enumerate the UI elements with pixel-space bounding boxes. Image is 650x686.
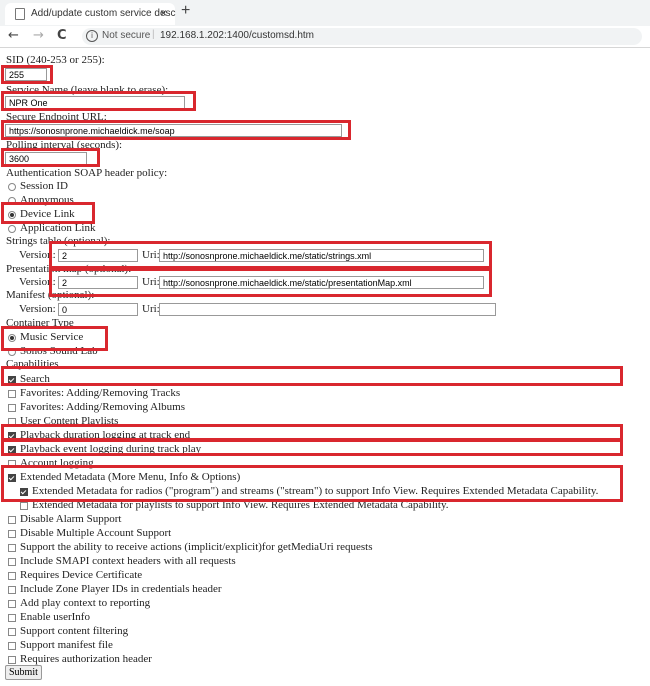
tab-title: Add/update custom service desc <box>31 8 176 19</box>
capability-label: Playback event logging during track play <box>20 443 202 455</box>
capability-checkbox[interactable] <box>8 446 16 454</box>
capability-label: Extended Metadata for radios ("program")… <box>32 485 599 497</box>
capability-checkbox[interactable] <box>20 502 28 510</box>
auth-device-link-radio[interactable] <box>8 211 16 219</box>
capability-label: Requires Device Certificate <box>20 569 143 581</box>
capability-label: Support manifest file <box>20 639 113 651</box>
pmap-uri-input[interactable]: http://sonosnprone.michaeldick.me/static… <box>159 276 484 289</box>
manifest-version-input[interactable]: 0 <box>58 303 138 316</box>
capability-checkbox[interactable] <box>8 460 16 468</box>
capability-label: Disable Multiple Account Support <box>20 527 172 539</box>
polling-label: Polling interval (seconds): <box>6 139 123 151</box>
capability-checkbox[interactable] <box>8 558 16 566</box>
capability-checkbox[interactable] <box>8 614 16 622</box>
capability-label: Extended Metadata for playlists to suppo… <box>32 499 449 511</box>
capability-checkbox[interactable] <box>8 516 16 524</box>
manifest-version-label: Version: <box>19 303 56 315</box>
container-sound-lab-radio[interactable] <box>8 348 16 356</box>
auth-anonymous-label: Anonymous <box>20 194 74 206</box>
capability-checkbox[interactable] <box>8 628 16 636</box>
browser-toolbar: ← → C i Not secure | 192.168.1.202:1400/… <box>0 26 650 47</box>
capability-label: Support content filtering <box>20 625 129 637</box>
capability-checkbox[interactable] <box>8 418 16 426</box>
capability-label: User Content Playlists <box>20 415 119 427</box>
sid-label: SID (240-253 or 255): <box>6 54 105 66</box>
browser-tab[interactable]: Add/update custom service desc × <box>5 3 176 25</box>
capability-label: Requires authorization header <box>20 653 152 665</box>
auth-session-id-label: Session ID <box>20 180 68 192</box>
browser-chrome: Add/update custom service desc × + ← → C… <box>0 0 650 48</box>
capability-checkbox[interactable] <box>8 530 16 538</box>
url-text[interactable]: 192.168.1.202:1400/customsd.htm <box>160 30 314 41</box>
address-separator: | <box>152 29 155 40</box>
container-music-service-label: Music Service <box>20 331 84 343</box>
endpoint-label: Secure Endpoint URL: <box>6 111 107 123</box>
capability-checkbox[interactable] <box>8 572 16 580</box>
capability-label: Extended Metadata (More Menu, Info & Opt… <box>20 471 241 483</box>
pmap-version-label: Version: <box>19 276 56 288</box>
capability-checkbox[interactable] <box>8 586 16 594</box>
capability-checkbox[interactable] <box>8 390 16 398</box>
pmap-uri-label: Uri: <box>142 276 160 288</box>
manifest-uri-input[interactable] <box>159 303 496 316</box>
capability-label: Include SMAPI context headers with all r… <box>20 555 236 567</box>
manifest-label: Manifest (optional): <box>6 289 95 301</box>
strings-version-input[interactable]: 2 <box>58 249 138 262</box>
capability-checkbox[interactable] <box>8 432 16 440</box>
capability-label: Add play context to reporting <box>20 597 151 609</box>
capability-checkbox[interactable] <box>8 656 16 664</box>
strings-uri-label: Uri: <box>142 249 160 261</box>
sid-input[interactable]: 255 <box>5 68 47 81</box>
auth-application-link-radio[interactable] <box>8 225 16 233</box>
capability-checkbox[interactable] <box>8 642 16 650</box>
reload-button[interactable]: C <box>57 28 67 43</box>
capability-checkbox[interactable] <box>8 474 16 482</box>
auth-application-link-label: Application Link <box>20 222 96 234</box>
strings-uri-input[interactable]: http://sonosnprone.michaeldick.me/static… <box>159 249 484 262</box>
capability-checkbox[interactable] <box>8 404 16 412</box>
info-icon[interactable]: i <box>86 30 98 42</box>
capability-label: Account logging <box>20 457 94 469</box>
capability-label: Favorites: Adding/Removing Tracks <box>20 387 181 399</box>
capability-label: Disable Alarm Support <box>20 513 122 525</box>
address-bar[interactable]: i Not secure | 192.168.1.202:1400/custom… <box>82 28 642 45</box>
capability-checkbox[interactable] <box>8 544 16 552</box>
manifest-uri-label: Uri: <box>142 303 160 315</box>
capability-label: Include Zone Player IDs in credentials h… <box>20 583 222 595</box>
capability-checkbox[interactable] <box>8 376 16 384</box>
service-name-label: Service Name (leave blank to erase): <box>6 84 169 96</box>
endpoint-input[interactable]: https://sonosnprone.michaeldick.me/soap <box>5 124 342 137</box>
presentation-map-label: Presentation map (optional): <box>6 263 132 275</box>
auth-anonymous-radio[interactable] <box>8 197 16 205</box>
auth-device-link-label: Device Link <box>20 208 75 220</box>
capability-label: Favorites: Adding/Removing Albums <box>20 401 186 413</box>
forward-button[interactable]: → <box>33 28 44 43</box>
container-music-service-radio[interactable] <box>8 334 16 342</box>
capability-label: Search <box>20 373 50 385</box>
container-type-label: Container Type <box>6 317 74 329</box>
capabilities-label: Capabilities <box>6 358 59 370</box>
document-icon <box>15 8 25 20</box>
security-status: Not secure <box>102 30 151 41</box>
capability-checkbox[interactable] <box>8 600 16 608</box>
submit-button[interactable]: Submit <box>5 665 42 680</box>
capability-label: Playback duration logging at track end <box>20 429 191 441</box>
polling-input[interactable]: 3600 <box>5 152 87 165</box>
auth-policy-label: Authentication SOAP header policy: <box>6 167 168 179</box>
strings-table-label: Strings table (optional): <box>6 235 111 247</box>
capability-label: Support the ability to receive actions (… <box>20 541 373 553</box>
strings-version-label: Version: <box>19 249 56 261</box>
new-tab-button[interactable]: + <box>181 2 190 20</box>
capability-label: Enable userInfo <box>20 611 90 623</box>
capability-checkbox[interactable] <box>20 488 28 496</box>
container-sound-lab-label: Sonos Sound Lab <box>20 345 98 357</box>
back-button[interactable]: ← <box>8 28 19 43</box>
pmap-version-input[interactable]: 2 <box>58 276 138 289</box>
highlight-box <box>1 366 623 386</box>
close-tab-icon[interactable]: × <box>160 6 167 20</box>
service-name-input[interactable]: NPR One <box>5 96 185 109</box>
auth-session-id-radio[interactable] <box>8 183 16 191</box>
